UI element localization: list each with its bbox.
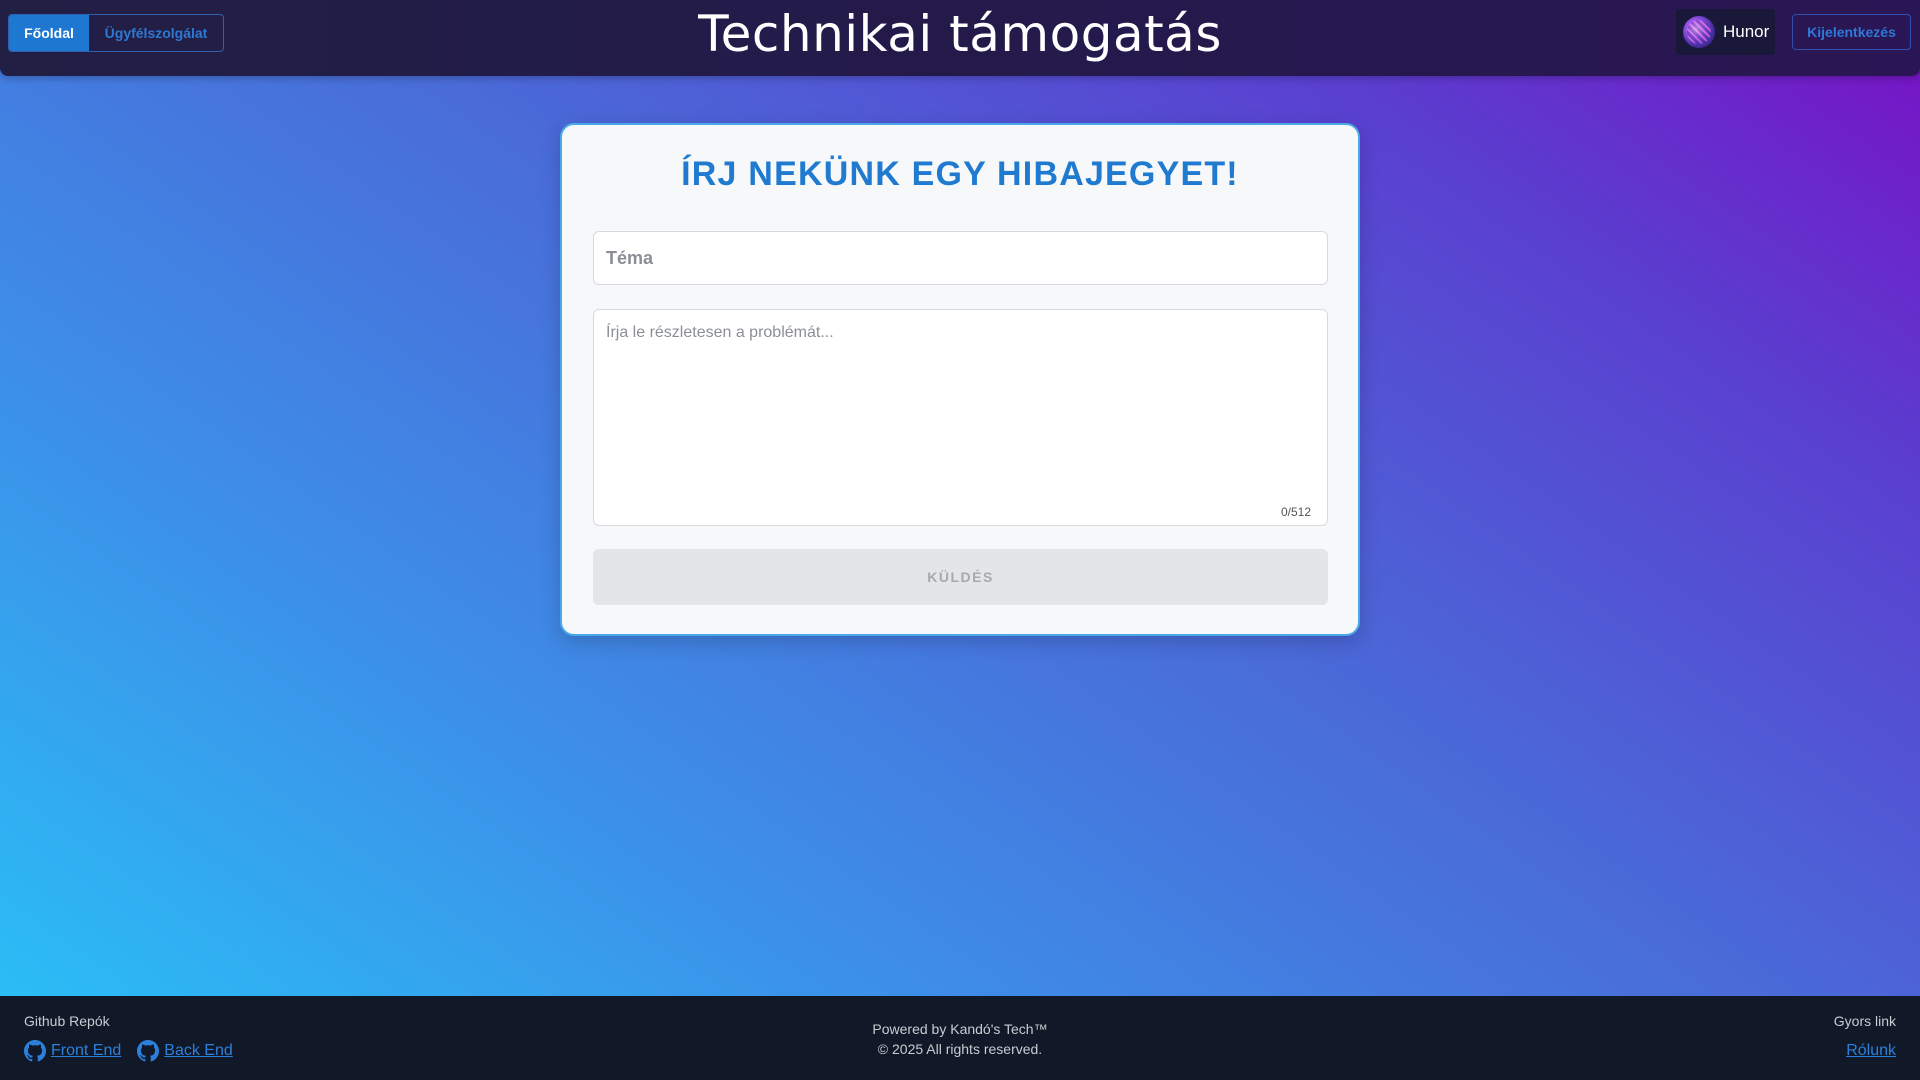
logout-button[interactable]: Kijelentkezés	[1792, 14, 1911, 50]
user-menu[interactable]: Hunor	[1676, 9, 1775, 55]
page-title: Technikai támogatás	[698, 5, 1222, 63]
submit-button[interactable]: KÜLDÉS	[593, 549, 1328, 605]
description-field: 0/512	[593, 309, 1328, 526]
ticket-form-card: ÍRJ NEKÜNK EGY HIBAJEGYET! 0/512 KÜLDÉS	[560, 123, 1360, 636]
subject-input[interactable]	[593, 231, 1328, 285]
quick-link-title: Gyors link	[1833, 1013, 1896, 1029]
nav-home-button[interactable]: Főoldal	[9, 15, 89, 51]
copyright-text: © 2025 All rights reserved.	[877, 1041, 1043, 1057]
powered-by-text: Powered by Kandó's Tech™	[872, 1021, 1048, 1037]
footer-credits: Powered by Kandó's Tech™ © 2025 All righ…	[0, 1019, 1920, 1059]
form-title: ÍRJ NEKÜNK EGY HIBAJEGYET!	[681, 155, 1239, 193]
nav-support-button[interactable]: Ügyfélszolgálat	[89, 15, 223, 51]
nav-button-group: Főoldal Ügyfélszolgálat	[8, 14, 224, 52]
about-link[interactable]: Rólunk	[1846, 1042, 1896, 1060]
description-textarea[interactable]	[594, 310, 1327, 490]
top-navbar: Főoldal Ügyfélszolgálat Technikai támoga…	[0, 0, 1920, 76]
avatar	[1683, 16, 1715, 48]
char-counter: 0/512	[1280, 505, 1311, 519]
footer: Github Repók Front End Back End Powered …	[0, 996, 1920, 1080]
user-name: Hunor	[1723, 22, 1770, 41]
